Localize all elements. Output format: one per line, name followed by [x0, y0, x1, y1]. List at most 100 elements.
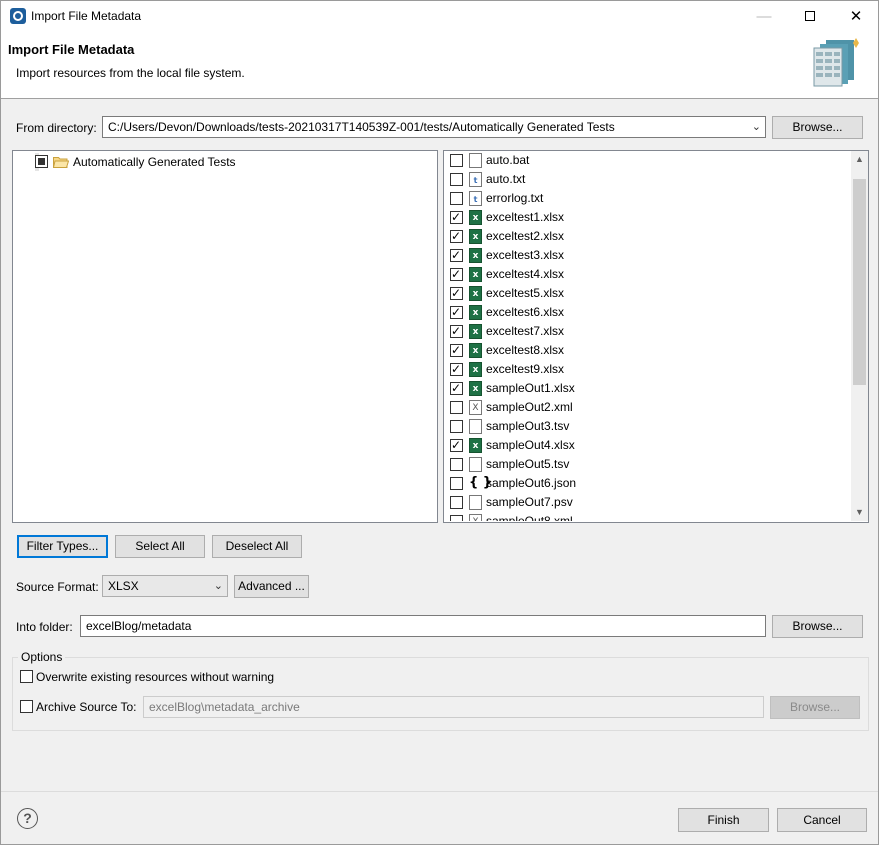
- from-directory-combo[interactable]: C:/Users/Devon/Downloads/tests-20210317T…: [102, 116, 766, 138]
- maximize-icon: [805, 11, 815, 21]
- cancel-button[interactable]: Cancel: [777, 808, 867, 832]
- file-checkbox[interactable]: [450, 209, 463, 225]
- file-list-item[interactable]: auto.bat: [444, 151, 852, 170]
- generic-file-icon: [469, 457, 482, 472]
- file-list-item[interactable]: x sampleOut1.xlsx: [444, 379, 852, 398]
- file-list-item[interactable]: x exceltest4.xlsx: [444, 265, 852, 284]
- file-list-item[interactable]: x exceltest8.xlsx: [444, 341, 852, 360]
- finish-button[interactable]: Finish: [678, 808, 769, 832]
- browse-directory-button[interactable]: Browse...: [772, 116, 863, 139]
- xml-file-icon: X: [469, 400, 482, 415]
- excel-file-icon: x: [469, 286, 482, 301]
- tree-item-checkbox[interactable]: [35, 155, 48, 168]
- file-checkbox[interactable]: [450, 266, 463, 282]
- source-format-combo[interactable]: XLSX ⌄: [102, 575, 228, 597]
- page-description: Import resources from the local file sys…: [16, 66, 245, 80]
- select-all-button[interactable]: Select All: [115, 535, 205, 558]
- file-list-pane[interactable]: auto.bat t auto.txt t errorlog.txt x exceltest…: [443, 150, 869, 523]
- tree-item-folder[interactable]: Automatically Generated Tests: [35, 153, 236, 171]
- deselect-all-button[interactable]: Deselect All: [212, 535, 302, 558]
- scrollbar-thumb[interactable]: [853, 179, 866, 385]
- close-button[interactable]: ✕: [833, 1, 879, 32]
- file-checkbox[interactable]: [450, 361, 463, 377]
- file-list-item[interactable]: t auto.txt: [444, 170, 852, 189]
- excel-file-icon: x: [469, 324, 482, 339]
- scroll-up-icon[interactable]: ▲: [851, 151, 868, 168]
- file-name: sampleOut8.xml: [486, 514, 573, 521]
- filter-types-button[interactable]: Filter Types...: [17, 535, 108, 558]
- browse-archive-button[interactable]: Browse...: [770, 696, 860, 719]
- file-name: auto.txt: [486, 172, 526, 186]
- file-list-item[interactable]: sampleOut7.psv: [444, 493, 852, 512]
- file-checkbox[interactable]: [450, 380, 463, 396]
- file-checkbox[interactable]: [450, 323, 463, 339]
- tree-item-label: Automatically Generated Tests: [73, 155, 236, 169]
- import-file-metadata-dialog: Import File Metadata — ✕ Import File Met…: [0, 0, 879, 845]
- file-list-item[interactable]: sampleOut3.tsv: [444, 417, 852, 436]
- window-title: Import File Metadata: [31, 9, 142, 23]
- archive-source-input[interactable]: excelBlog\metadata_archive: [143, 696, 764, 718]
- file-list-item[interactable]: x exceltest2.xlsx: [444, 227, 852, 246]
- file-list-item[interactable]: x sampleOut4.xlsx: [444, 436, 852, 455]
- chevron-down-icon[interactable]: ⌄: [752, 119, 761, 135]
- folder-open-icon: [53, 157, 69, 168]
- advanced-button[interactable]: Advanced ...: [234, 575, 309, 598]
- into-folder-input[interactable]: excelBlog/metadata: [80, 615, 766, 637]
- scroll-down-icon[interactable]: ▼: [851, 504, 868, 521]
- page-title: Import File Metadata: [8, 42, 135, 57]
- file-checkbox[interactable]: [450, 420, 463, 433]
- excel-file-icon: x: [469, 343, 482, 358]
- file-list-item[interactable]: sampleOut5.tsv: [444, 455, 852, 474]
- minimize-button[interactable]: —: [741, 1, 787, 32]
- file-list-item[interactable]: x exceltest7.xlsx: [444, 322, 852, 341]
- archive-source-checkbox[interactable]: [20, 700, 33, 713]
- help-icon[interactable]: ?: [17, 808, 38, 829]
- file-checkbox[interactable]: [450, 154, 463, 167]
- file-checkbox[interactable]: [450, 304, 463, 320]
- file-checkbox[interactable]: [450, 477, 463, 490]
- source-format-value: XLSX: [108, 579, 139, 593]
- file-list-item[interactable]: x exceltest6.xlsx: [444, 303, 852, 322]
- eclipse-app-icon: [10, 8, 26, 24]
- file-list-item[interactable]: x exceltest5.xlsx: [444, 284, 852, 303]
- file-checkbox[interactable]: [450, 192, 463, 205]
- excel-file-icon: x: [469, 229, 482, 244]
- excel-file-icon: x: [469, 210, 482, 225]
- generic-file-icon: [469, 153, 482, 168]
- file-checkbox[interactable]: [450, 285, 463, 301]
- file-list-item[interactable]: t errorlog.txt: [444, 189, 852, 208]
- file-checkbox[interactable]: [450, 515, 463, 521]
- options-group: [12, 657, 869, 731]
- file-checkbox[interactable]: [450, 496, 463, 509]
- browse-into-folder-button[interactable]: Browse...: [772, 615, 863, 638]
- folder-tree[interactable]: Automatically Generated Tests: [12, 150, 438, 523]
- archive-source-label[interactable]: Archive Source To:: [36, 700, 137, 714]
- footer-separator: [1, 791, 878, 792]
- file-name: sampleOut6.json: [486, 476, 577, 490]
- file-checkbox[interactable]: [450, 401, 463, 414]
- overwrite-label[interactable]: Overwrite existing resources without war…: [36, 670, 274, 684]
- maximize-button[interactable]: [787, 1, 833, 32]
- file-list-item[interactable]: XsampleOut2.xml: [444, 398, 852, 417]
- txt-file-icon: t: [469, 172, 482, 187]
- file-checkbox[interactable]: [450, 228, 463, 244]
- file-list-item[interactable]: x exceltest1.xlsx: [444, 208, 852, 227]
- file-list-item[interactable]: x exceltest3.xlsx: [444, 246, 852, 265]
- file-list-item[interactable]: XsampleOut8.xml: [444, 512, 852, 521]
- excel-file-icon: x: [469, 362, 482, 377]
- file-name: exceltest2.xlsx: [486, 229, 565, 243]
- file-checkbox[interactable]: [450, 247, 463, 263]
- file-list-item[interactable]: { } sampleOut6.json: [444, 474, 852, 493]
- file-name: exceltest5.xlsx: [486, 286, 565, 300]
- vertical-scrollbar[interactable]: ▲ ▼: [851, 151, 868, 521]
- chevron-down-icon[interactable]: ⌄: [214, 578, 223, 594]
- file-checkbox[interactable]: [450, 458, 463, 471]
- overwrite-checkbox[interactable]: [20, 670, 33, 683]
- file-checkbox[interactable]: [450, 342, 463, 358]
- file-name: exceltest8.xlsx: [486, 343, 565, 357]
- file-name: exceltest3.xlsx: [486, 248, 565, 262]
- file-name: exceltest4.xlsx: [486, 267, 565, 281]
- file-checkbox[interactable]: [450, 173, 463, 186]
- file-list-item[interactable]: x exceltest9.xlsx: [444, 360, 852, 379]
- file-checkbox[interactable]: [450, 437, 463, 453]
